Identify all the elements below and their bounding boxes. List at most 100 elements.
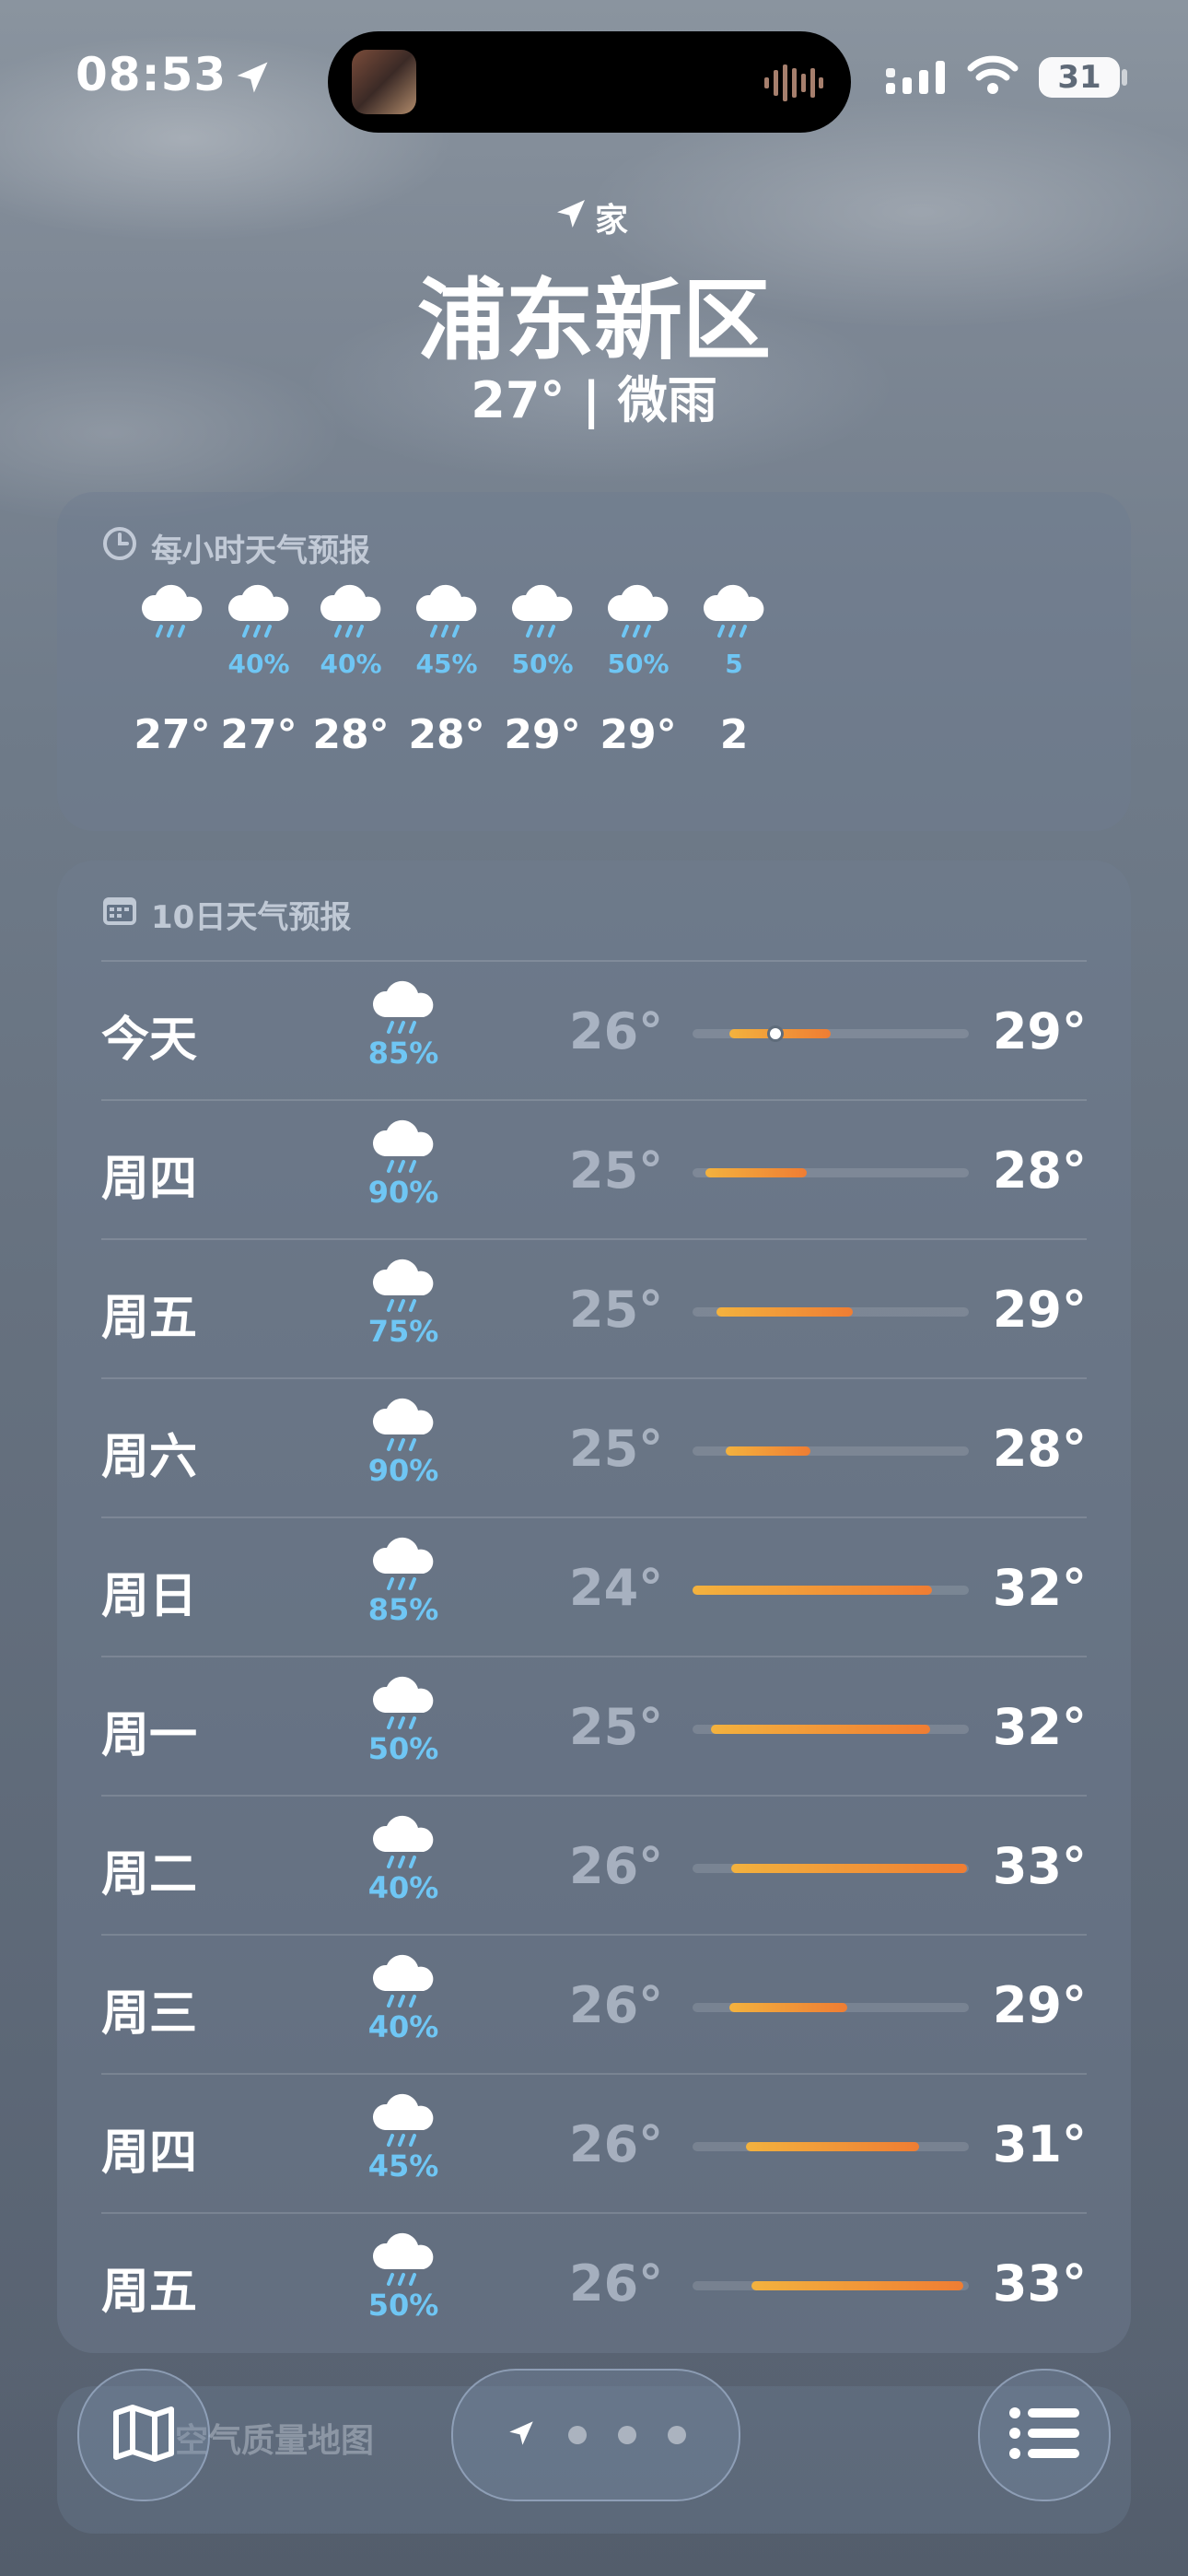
daily-row[interactable]: 周一 50% 25° 32° — [57, 1657, 1131, 1796]
rain-cloud-icon — [357, 1537, 449, 1598]
temp-range-bar — [711, 1725, 930, 1734]
temp-range-track — [693, 1864, 969, 1873]
low-temp: 25° — [569, 1281, 664, 1339]
list-icon — [1009, 2407, 1079, 2463]
day-label: 周一 — [101, 1708, 198, 1763]
daily-weather: 50% — [357, 2232, 449, 2323]
audio-waveform-icon — [764, 64, 823, 105]
high-temp: 32° — [992, 1698, 1087, 1756]
daily-row[interactable]: 周日 85% 24° 32° — [57, 1518, 1131, 1657]
temp-range-bar — [731, 1864, 967, 1873]
temp-range-track — [693, 1725, 969, 1734]
temp-range-track — [693, 2281, 969, 2290]
rain-cloud-icon — [357, 980, 449, 1041]
daily-row[interactable]: 周二 40% 26° 33° — [57, 1797, 1131, 1935]
high-temp: 29° — [992, 1002, 1087, 1060]
temp-range-bar — [726, 1446, 810, 1456]
temp-range-bar — [705, 1168, 807, 1177]
day-label: 周五 — [101, 1291, 198, 1346]
high-temp: 28° — [992, 1142, 1087, 1200]
map-icon — [111, 2404, 177, 2466]
cellular-signal-icon — [886, 61, 947, 98]
daily-row[interactable]: 周五 75% 25° 29° — [57, 1240, 1131, 1378]
high-temp: 29° — [992, 1281, 1087, 1339]
low-temp: 24° — [569, 1559, 664, 1617]
page-dot — [618, 2426, 636, 2444]
battery-cap — [1122, 69, 1127, 86]
temp-range-bar — [729, 2003, 847, 2012]
daily-weather: 85% — [357, 980, 449, 1071]
high-temp: 29° — [992, 1976, 1087, 2034]
daily-row[interactable]: 周六 90% 25° 28° — [57, 1379, 1131, 1517]
daily-weather: 40% — [357, 1954, 449, 2044]
day-label: 今天 — [101, 1013, 198, 1068]
low-temp: 25° — [569, 1698, 664, 1756]
clock-icon — [101, 525, 138, 570]
day-label: 周六 — [101, 1430, 198, 1485]
rain-cloud-icon — [357, 1954, 449, 2015]
city-list-button[interactable] — [978, 2369, 1111, 2501]
rain-cloud-icon — [357, 1815, 449, 1876]
current-weather-summary: 27° | 微雨 — [471, 371, 717, 429]
rain-cloud-icon — [357, 1259, 449, 1319]
daily-row[interactable]: 周五 50% 26° 33° — [57, 2214, 1131, 2352]
wifi-icon — [967, 55, 1019, 100]
hourly-item: 5 2 — [665, 584, 803, 758]
low-temp: 26° — [569, 2254, 664, 2313]
low-temp: 26° — [569, 1837, 664, 1895]
ten-day-forecast-title: 10日天气预报 — [101, 892, 351, 937]
low-temp: 26° — [569, 2115, 664, 2173]
daily-weather: 40% — [357, 1815, 449, 1905]
daily-row[interactable]: 周三 40% 26° 29° — [57, 1936, 1131, 2074]
rain-cloud-icon — [357, 2232, 449, 2293]
current-temp-dot — [767, 1025, 784, 1042]
map-button[interactable] — [77, 2369, 210, 2501]
ten-day-forecast-card[interactable]: 10日天气预报 今天 85% 26° 29° 周四 90% 25° 28° 周五 — [57, 861, 1131, 2353]
temp-range-track — [693, 1307, 969, 1317]
high-temp: 31° — [992, 2115, 1087, 2173]
rain-cloud-icon — [357, 2093, 449, 2154]
hourly-forecast-title: 每小时天气预报 — [101, 525, 370, 570]
temp-range-bar — [716, 1307, 853, 1317]
location-page-icon — [506, 2418, 537, 2453]
daily-weather: 90% — [357, 1398, 449, 1488]
day-label: 周二 — [101, 1847, 198, 1903]
daily-precip: 85% — [367, 1036, 439, 1071]
daily-precip: 50% — [367, 2288, 439, 2323]
high-temp: 33° — [992, 2254, 1087, 2313]
temp-range-bar — [746, 2142, 919, 2151]
location-arrow-small-icon — [553, 195, 589, 240]
temp-range-track — [693, 1025, 969, 1042]
rain-cloud-icon — [357, 1119, 449, 1180]
daily-precip: 75% — [367, 1314, 439, 1349]
daily-row[interactable]: 今天 85% 26° 29° — [57, 962, 1131, 1100]
day-label: 周三 — [101, 1986, 198, 2042]
high-temp: 28° — [992, 1420, 1087, 1478]
daily-precip: 85% — [367, 1592, 439, 1627]
location-home-label: 家 — [553, 193, 628, 241]
daily-precip: 40% — [367, 1870, 439, 1905]
rain-cloud-icon — [357, 1398, 449, 1458]
daily-precip: 90% — [367, 1175, 439, 1210]
city-name: 浦东新区 — [417, 269, 771, 372]
low-temp: 26° — [569, 1002, 664, 1060]
day-label: 周四 — [101, 1152, 198, 1207]
day-label: 周五 — [101, 2265, 198, 2320]
rain-cloud-icon — [665, 584, 803, 645]
daily-weather: 85% — [357, 1537, 449, 1627]
hourly-forecast-card[interactable]: 每小时天气预报 27° 40% 27° 40% 28° 45% 28° 50% … — [57, 492, 1131, 831]
daily-row[interactable]: 周四 90% 25° 28° — [57, 1101, 1131, 1239]
hourly-precip: 5 — [725, 649, 743, 679]
rain-cloud-icon — [357, 1676, 449, 1737]
daily-row[interactable]: 周四 45% 26° 31° — [57, 2075, 1131, 2213]
page-indicator[interactable] — [451, 2369, 740, 2501]
daily-precip: 90% — [367, 1453, 439, 1488]
temp-range-track — [693, 2003, 969, 2012]
low-temp: 25° — [569, 1420, 664, 1478]
page-dot — [568, 2426, 587, 2444]
daily-precip: 40% — [367, 2009, 439, 2044]
daily-precip: 45% — [367, 2149, 439, 2184]
dynamic-island[interactable] — [328, 31, 851, 133]
high-temp: 33° — [992, 1837, 1087, 1895]
status-time: 08:53 — [76, 48, 227, 101]
